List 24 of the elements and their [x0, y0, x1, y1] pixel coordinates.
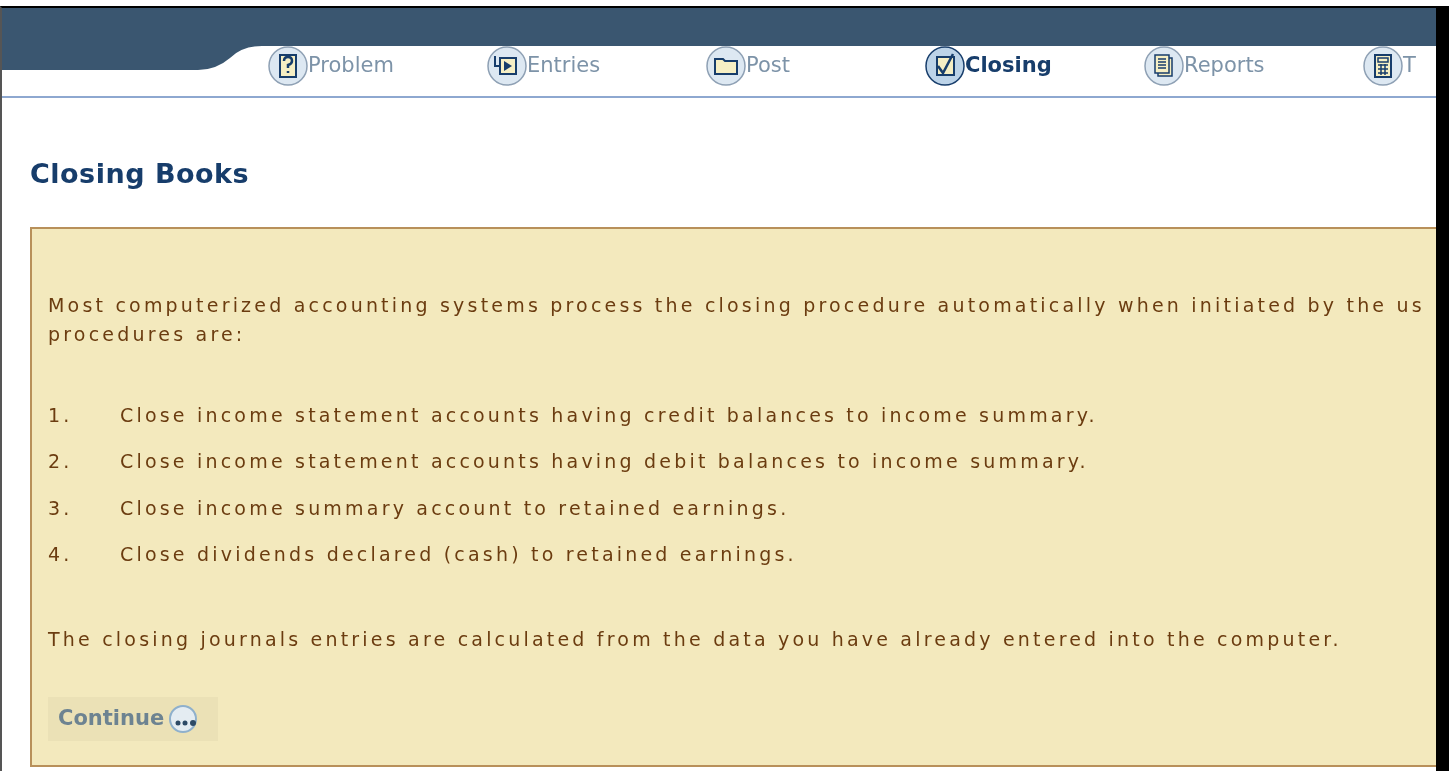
folder-icon — [706, 46, 746, 86]
question-icon — [268, 46, 308, 86]
info-text: The closing journals entries are calculated from the data you have already entered into the computer. — [48, 626, 1343, 652]
info-text: Most computerized accounting systems process the closing procedure automatically when initiated by the us — [48, 292, 1426, 318]
nav-tab[interactable]: Entries — [487, 46, 706, 86]
step-text: Close dividends declared (cash) to retained earnings. — [120, 542, 797, 567]
step-text: Close income statement accounts having credit balances to income summary. — [120, 402, 1098, 428]
document-icon — [1144, 46, 1184, 86]
nav-tab[interactable]: Closing — [925, 46, 1144, 86]
checkmark-icon — [925, 46, 965, 86]
step-number: 3. — [48, 495, 74, 521]
nav-tab[interactable]: Post — [706, 46, 925, 86]
continue-button[interactable]: Continue — [48, 697, 219, 741]
step-text: Close income summary account to retained earnings. — [120, 495, 790, 521]
calculator-icon — [1363, 46, 1403, 86]
page-title: Closing Books — [30, 157, 251, 191]
nav-tab[interactable]: Reports — [1144, 46, 1363, 86]
step-number: 1. — [48, 402, 74, 428]
info-text: procedures are: — [48, 321, 247, 347]
step-text: Close income statement accounts having debit balances to income summary. — [120, 449, 1089, 474]
step-number: 2. — [48, 449, 74, 474]
step-number: 4. — [48, 542, 74, 567]
nav-tab[interactable]: Problem — [268, 46, 487, 86]
arrow-box-icon — [487, 46, 527, 86]
